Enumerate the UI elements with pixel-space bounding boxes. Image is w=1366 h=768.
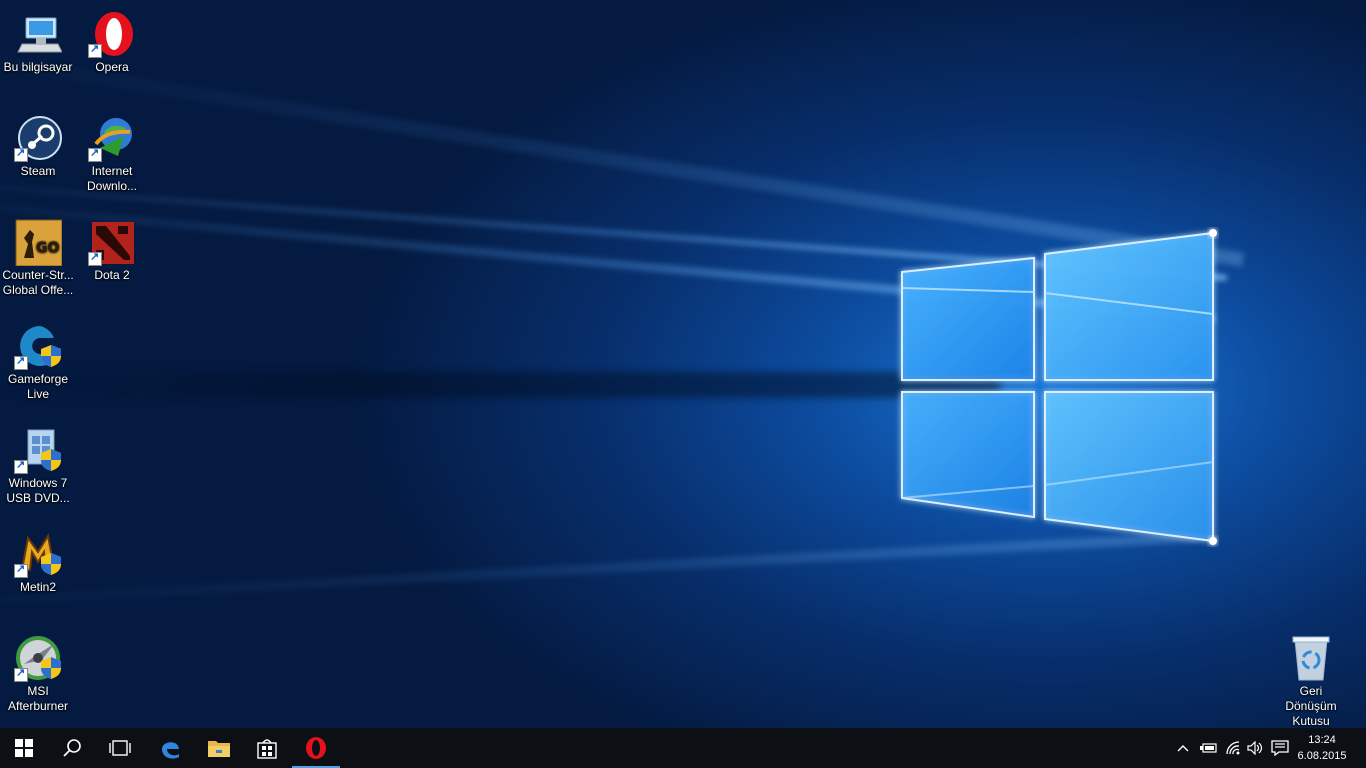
desktop-icon-this-pc[interactable]: Bu bilgisayar <box>0 6 76 75</box>
show-hidden-icons-button[interactable] <box>1172 728 1194 768</box>
uac-shield-icon <box>41 657 61 679</box>
taskbar: 13:24 6.08.2015 <box>0 728 1366 768</box>
uac-shield-icon <box>41 345 61 367</box>
desktop-icon-windows7-usb-dvd-tool[interactable]: Windows 7 USB DVD... <box>0 422 76 506</box>
network-button[interactable] <box>1222 728 1244 768</box>
desktop-icon-internet-download-manager[interactable]: Internet Downlo... <box>74 110 150 194</box>
taskbar-clock[interactable]: 13:24 6.08.2015 <box>1292 732 1352 764</box>
task-view-icon <box>109 740 131 756</box>
msi-afterburner-icon <box>14 634 62 682</box>
battery-button[interactable] <box>1196 728 1220 768</box>
desktop-icon-csgo[interactable]: GO Counter-Str... Global Offe... <box>0 214 76 298</box>
shortcut-arrow-icon <box>14 146 28 162</box>
store-icon <box>257 739 277 759</box>
task-view-button[interactable] <box>96 728 144 768</box>
svg-text:GO: GO <box>36 240 59 256</box>
opera-icon <box>306 737 326 759</box>
action-center-button[interactable] <box>1268 728 1292 768</box>
dota2-icon <box>88 218 136 266</box>
taskbar-file-explorer-button[interactable] <box>195 728 243 768</box>
desktop-wallpaper <box>0 0 1366 728</box>
shortcut-arrow-icon <box>14 562 28 578</box>
desktop-icon-msi-afterburner[interactable]: MSI Afterburner <box>0 630 76 714</box>
desktop-icon-steam[interactable]: Steam <box>0 110 76 179</box>
computer-icon <box>14 10 63 58</box>
csgo-icon: GO <box>14 218 63 267</box>
chevron-up-icon <box>1177 745 1189 752</box>
windows-start-icon <box>15 739 33 757</box>
metin2-icon <box>14 530 62 578</box>
volume-icon <box>1247 741 1263 755</box>
desktop-icon-dota2[interactable]: Dota 2 <box>74 214 150 283</box>
shortcut-arrow-icon <box>88 42 102 58</box>
gameforge-icon <box>14 322 62 370</box>
windows-usb-tool-icon <box>14 426 62 474</box>
shortcut-arrow-icon <box>14 666 28 682</box>
shortcut-arrow-icon <box>88 146 102 162</box>
folder-icon <box>208 741 230 757</box>
windows-logo <box>901 229 1217 545</box>
desktop-icon-recycle-bin[interactable]: Geri Dönüşüm Kutusu <box>1273 630 1349 729</box>
volume-button[interactable] <box>1244 728 1266 768</box>
search-button[interactable] <box>48 728 96 768</box>
steam-icon <box>14 114 62 162</box>
shortcut-arrow-icon <box>14 354 28 370</box>
start-button[interactable] <box>0 728 48 768</box>
search-icon <box>63 739 81 757</box>
clock-time: 13:24 <box>1308 734 1336 746</box>
battery-icon <box>1200 743 1217 753</box>
desktop-icon-gameforge-live[interactable]: Gameforge Live <box>0 318 76 402</box>
uac-shield-icon <box>41 553 61 575</box>
taskbar-opera-button[interactable] <box>292 728 340 768</box>
opera-icon <box>88 10 136 58</box>
internet-download-manager-icon <box>88 114 136 162</box>
clock-date: 6.08.2015 <box>1297 750 1347 762</box>
taskbar-edge-button[interactable] <box>146 728 194 768</box>
desktop-icon-opera[interactable]: Opera <box>74 6 150 75</box>
shortcut-arrow-icon <box>88 250 102 266</box>
taskbar-store-button[interactable] <box>243 728 291 768</box>
action-center-icon <box>1271 740 1289 756</box>
edge-icon <box>162 742 179 759</box>
recycle-bin-icon <box>1287 634 1335 682</box>
desktop-icon-metin2[interactable]: Metin2 <box>0 526 76 595</box>
shortcut-arrow-icon <box>14 458 28 474</box>
wifi-icon <box>1226 741 1240 755</box>
uac-shield-icon <box>41 449 61 471</box>
